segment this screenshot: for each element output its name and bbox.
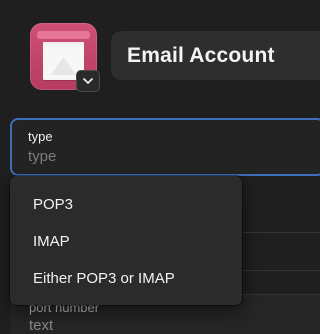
title-field[interactable]: Email Account: [111, 31, 320, 80]
port-number-input[interactable]: text: [29, 318, 320, 334]
field-divider: [242, 270, 320, 271]
chevron-down-icon: [83, 72, 93, 90]
icon-chooser-button[interactable]: [76, 70, 100, 92]
page-title: Email Account: [127, 43, 275, 67]
menu-item-imap[interactable]: IMAP: [10, 223, 242, 260]
app-icon-band: [37, 31, 90, 39]
field-divider: [242, 232, 320, 233]
menu-item-pop3[interactable]: POP3: [10, 186, 242, 223]
type-field-input[interactable]: type: [28, 149, 320, 165]
menu-item-either[interactable]: Either POP3 or IMAP: [10, 260, 242, 297]
type-field-label: type: [28, 129, 53, 144]
type-dropdown-menu: POP3 IMAP Either POP3 or IMAP: [10, 176, 242, 305]
type-field[interactable]: type type: [10, 118, 320, 176]
